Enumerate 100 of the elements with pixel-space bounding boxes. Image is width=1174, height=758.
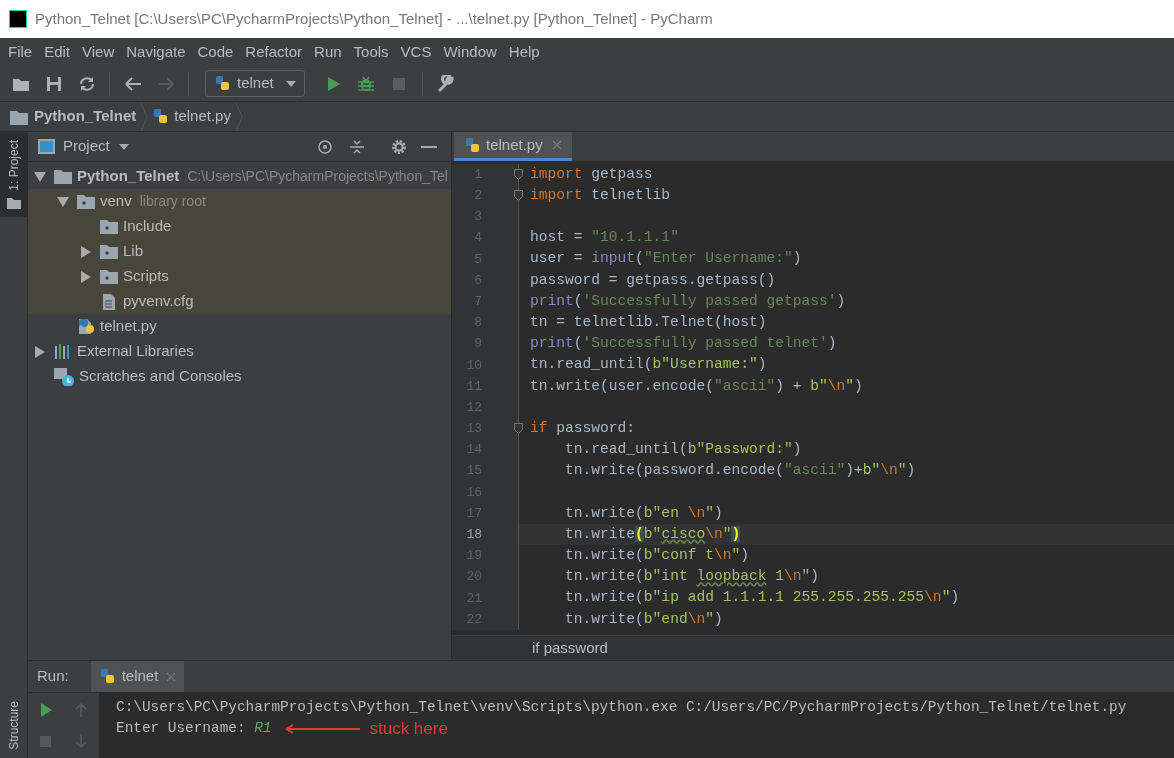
menu-item[interactable]: View [76, 40, 121, 64]
code-line: if password: [529, 418, 636, 438]
menu-item[interactable]: Window [437, 40, 503, 64]
expanded-arrow-icon[interactable] [34, 170, 46, 183]
tree-item-label: Python_Telnet [77, 166, 180, 187]
tree-item[interactable]: External Libraries [28, 339, 451, 364]
tree-item[interactable]: Lib [28, 239, 451, 264]
python-file-icon [77, 317, 95, 336]
menu-item[interactable]: VCS [394, 40, 438, 64]
tree-item[interactable]: Scratches and Consoles [28, 364, 451, 389]
run-tab[interactable]: telnet [90, 661, 185, 692]
menu-item[interactable]: Run [308, 40, 348, 64]
down-arrow-icon [73, 732, 90, 749]
fold-marker-icon[interactable] [514, 190, 523, 202]
fold-marker-icon[interactable] [514, 423, 523, 435]
caret-icon[interactable] [118, 143, 129, 150]
tree-item-label: Include [123, 216, 172, 237]
panel-title[interactable]: Project [63, 135, 110, 158]
python-icon [98, 668, 116, 685]
code-line: import getpass [529, 164, 653, 184]
code-line: tn.write(b"ip add 1.1.1.1 255.255.255.255\n") [564, 588, 960, 608]
python-file-icon [464, 136, 481, 154]
folder-icon [54, 167, 72, 186]
python-icon [214, 75, 231, 92]
code-line: tn.read_until(b"Password:") [564, 440, 802, 460]
tree-item-label: venv [100, 191, 132, 212]
tree-item[interactable]: venv library root [28, 189, 451, 214]
tree-item[interactable]: Include [28, 214, 451, 239]
code-line: print('Successfully passed getpass') [529, 291, 846, 311]
menu-item[interactable]: File [2, 40, 39, 64]
menu-item[interactable]: Tools [347, 40, 395, 64]
panel-icon [38, 139, 55, 154]
code-line: host = "10.1.1.1" [529, 228, 679, 248]
locate-icon[interactable] [317, 138, 333, 155]
code-line: import telnetlib [529, 185, 671, 205]
settings-icon[interactable] [391, 138, 407, 155]
panel-label: Run: [37, 666, 69, 687]
code-line: tn.write(password.encode("ascii")+b"\n") [564, 461, 916, 481]
fold-marker-icon[interactable] [514, 169, 523, 181]
text-file-icon [100, 292, 118, 311]
collapsed-arrow-icon[interactable] [34, 345, 46, 358]
python-file-icon [152, 108, 170, 125]
wrench-icon [436, 74, 455, 93]
breadcrumb-item[interactable]: Python_Telnet [34, 105, 137, 128]
code-line: tn.write(b"int loopback 1\n") [564, 567, 820, 587]
chevron-icon [234, 102, 243, 131]
tree-item-hint: C:\Users\PC\PycharmProjects\Python_Tel [187, 167, 448, 186]
folder-icon [10, 108, 28, 125]
code-line: tn.write(b"end\n") [564, 609, 723, 629]
bug-icon [357, 74, 376, 93]
folder-icon [100, 217, 118, 236]
collapsed-arrow-icon[interactable] [80, 270, 92, 283]
collapsed-arrow-icon[interactable] [80, 245, 92, 258]
code-breadcrumb[interactable]: if password [532, 636, 608, 660]
editor-tab[interactable]: telnet.py [454, 132, 572, 161]
code-line: tn.write(user.encode("ascii") + b"\n") [529, 376, 863, 396]
annotation-text: stuck here [369, 718, 448, 739]
menu-item[interactable]: Help [502, 40, 546, 64]
folder-icon [100, 267, 118, 286]
collapse-icon[interactable] [349, 138, 365, 155]
chevron-icon [140, 102, 149, 131]
tool-window-tab[interactable]: Structure [0, 693, 27, 758]
code-line: user = input("Enter Username:") [529, 249, 802, 269]
breadcrumb-item[interactable]: telnet.py [174, 105, 231, 128]
console-output-text: Enter Username: [116, 719, 247, 738]
tree-item[interactable]: pyvenv.cfg [28, 289, 451, 314]
tree-item-label: Scripts [123, 266, 169, 287]
menu-item[interactable]: Code [191, 40, 240, 64]
tree-item[interactable]: Scripts [28, 264, 451, 289]
code-line: tn.write(b"conf t\n") [564, 546, 749, 566]
close-icon [166, 671, 177, 682]
code-line: tn = telnetlib.Telnet(host) [529, 312, 767, 332]
back-arrow-icon [123, 74, 142, 93]
forward-arrow-icon [156, 74, 175, 93]
tree-item-label: Scratches and Consoles [79, 366, 242, 387]
menu-item[interactable]: Edit [38, 40, 77, 64]
tree-item[interactable]: Python_Telnet C:\Users\PC\PycharmProjects\Python_Tel [28, 164, 451, 189]
code-line: tn.read_until(b"Username:") [529, 355, 767, 375]
folder-icon [77, 192, 95, 211]
scratch-console-icon [54, 367, 74, 386]
tree-item-label: telnet.py [100, 316, 157, 337]
tree-item-label: pyvenv.cfg [123, 291, 194, 312]
close-icon [551, 140, 562, 150]
tree-item-hint: library root [139, 192, 206, 211]
sync-icon [77, 74, 96, 93]
caret-icon [285, 80, 296, 87]
tree-item[interactable]: telnet.py [28, 314, 451, 339]
run-config-dropdown[interactable]: telnet [205, 70, 305, 97]
menu-item[interactable]: Refactor [239, 40, 309, 64]
code-line: print('Successfully passed telnet') [529, 334, 837, 354]
tree-item-label: External Libraries [77, 341, 194, 362]
menu-item[interactable]: Navigate [120, 40, 192, 64]
library-icon [54, 342, 72, 361]
tool-window-tab[interactable]: 1: Project [0, 132, 27, 217]
arrow-icon [285, 723, 362, 734]
code-line: tn.write(b"en \n") [564, 503, 723, 523]
line-number: 18 [465, 526, 482, 545]
typed-username-text: R1 [254, 719, 272, 738]
console-output-text: C:\Users\PC\PycharmProjects\Python_Telnet\venv\Scripts\python.exe C:/Users/PC/PycharmProjects/Python_Telnet/telnet.py [116, 698, 1127, 717]
expanded-arrow-icon[interactable] [57, 195, 69, 208]
